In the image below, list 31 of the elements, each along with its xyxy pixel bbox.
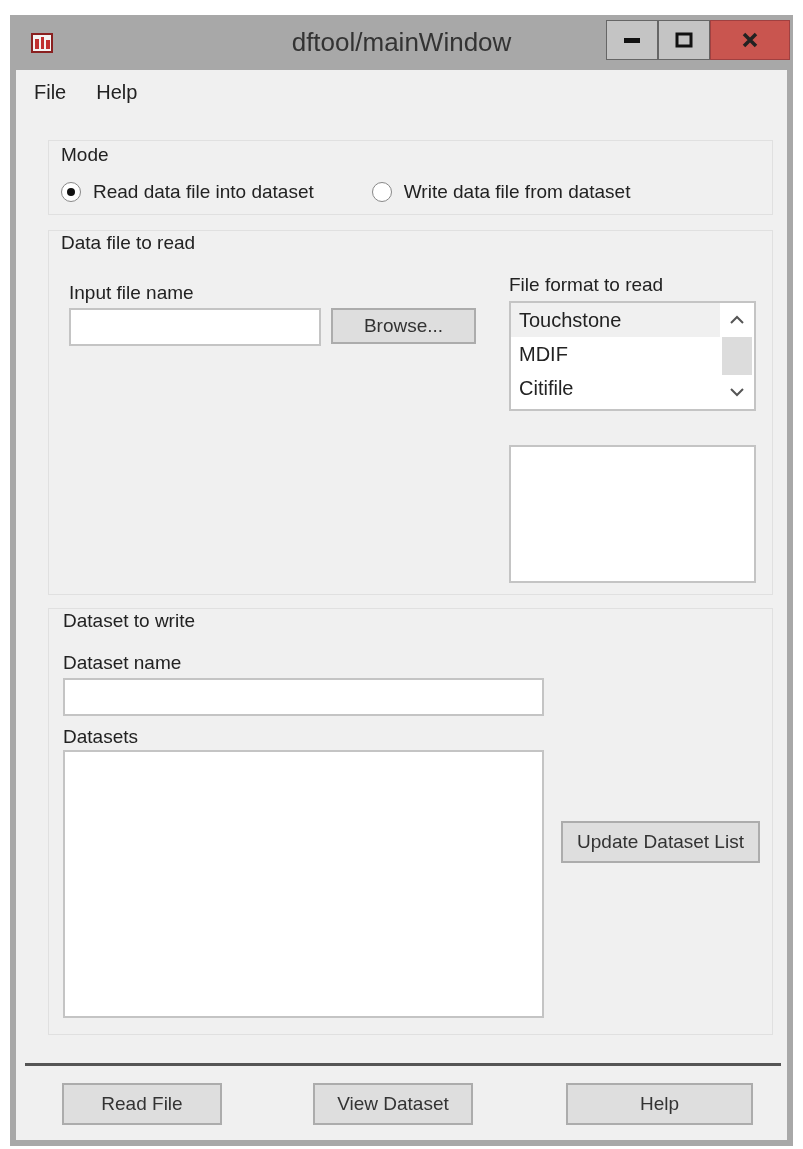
input-field[interactable] <box>69 308 321 346</box>
window-title: dftool/mainWindow <box>291 27 512 58</box>
radio-button[interactable] <box>371 182 392 202</box>
radio-button[interactable] <box>61 182 81 202</box>
scroll-thumb[interactable] <box>722 337 752 375</box>
field-label: Dataset name <box>63 651 183 675</box>
dialog-button[interactable]: Help <box>566 1083 753 1125</box>
group-title: Data file to read <box>61 231 197 255</box>
close-button[interactable] <box>710 20 790 60</box>
close-icon <box>741 32 759 48</box>
maximize-icon <box>675 32 693 48</box>
field-label: File format to read <box>509 273 665 297</box>
field-label: Datasets <box>63 725 139 749</box>
group-title: Mode <box>61 143 110 167</box>
menu-item[interactable]: Help <box>96 81 138 104</box>
menu-item[interactable]: File <box>34 81 67 104</box>
dialog-button[interactable]: Read File <box>62 1083 222 1125</box>
group-title: Dataset to write <box>63 609 196 633</box>
list-item[interactable]: Touchstone <box>511 303 720 337</box>
browse-button[interactable]: Browse... <box>331 308 476 344</box>
format-list[interactable]: Touchstone MDIF Citifile <box>509 301 756 411</box>
list-item[interactable]: MDIF <box>511 337 720 371</box>
minimize-icon <box>623 36 641 44</box>
minimize-button[interactable] <box>606 20 658 60</box>
list-item[interactable]: Citifile <box>511 371 720 405</box>
dialog-button[interactable]: View Dataset <box>313 1083 473 1125</box>
app-icon <box>30 30 54 55</box>
dataset-name-field[interactable] <box>63 678 544 716</box>
maximize-button[interactable] <box>658 20 710 60</box>
field-label: Input file name <box>69 281 195 305</box>
update-button[interactable]: Update Dataset List <box>561 821 760 863</box>
